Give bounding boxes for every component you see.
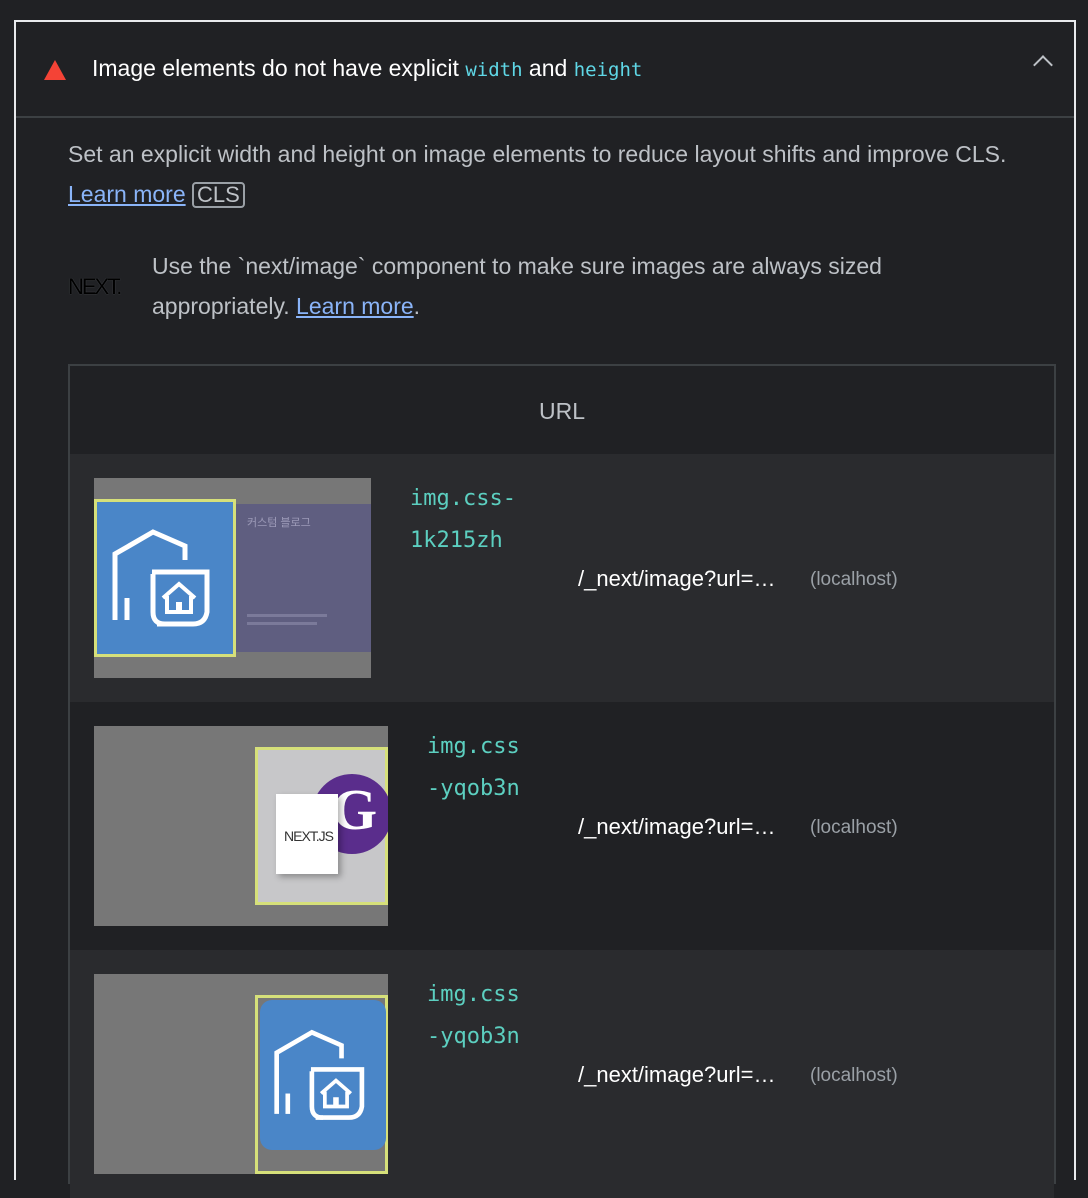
stack-pack-learn-more-link[interactable]: Learn more (296, 293, 414, 319)
node-selector-line2: -yqob3n (427, 776, 520, 801)
nextjs-card-logo: NEXT.JS (284, 828, 334, 844)
highlight-box (255, 995, 388, 1174)
house-logo-icon (112, 529, 210, 627)
url-text[interactable]: /_next/image?url=… (578, 566, 776, 592)
screenshot-card-line (247, 622, 317, 625)
details-table: URL 커스텀 블로그 img.css- 1k215zh /_next/imag… (68, 364, 1056, 1198)
screenshot-card-title: 커스텀 블로그 (247, 517, 311, 529)
audit-title-and: and (522, 55, 574, 81)
g-letter-icon: G (332, 777, 378, 842)
url-text[interactable]: /_next/image?url=… (578, 1062, 776, 1088)
node-selector-line2: 1k215zh (410, 528, 503, 553)
audit-header[interactable]: Image elements do not have explicit widt… (16, 22, 1074, 118)
table-row: G NEXT.JS img.css -yqob3n /_next/image?u… (70, 702, 1054, 950)
table-header: URL (70, 366, 1054, 454)
node-selector-line1: img.css- (410, 486, 516, 511)
code-width: width (465, 59, 523, 81)
url-host: (localhost) (810, 817, 898, 838)
chevron-up-icon[interactable] (1033, 55, 1053, 75)
logo-background (260, 1000, 386, 1150)
element-screenshot (94, 974, 388, 1174)
stack-pack-period: . (413, 293, 421, 319)
node-selector-line2: -yqob3n (427, 1024, 520, 1049)
logo-background (97, 502, 233, 654)
nextjs-logo-icon: NEXT. (68, 274, 122, 299)
node-selector[interactable]: img.css -yqob3n (427, 726, 520, 810)
code-height: height (573, 59, 643, 81)
node-selector[interactable]: img.css -yqob3n (427, 974, 520, 1058)
screenshot-card-line (247, 614, 327, 617)
url-text[interactable]: /_next/image?url=… (578, 814, 776, 840)
element-screenshot: 커스텀 블로그 (94, 478, 371, 678)
table-row: 커스텀 블로그 img.css- 1k215zh /_next/image?ur… (70, 454, 1054, 702)
highlight-box: G NEXT.JS (255, 747, 388, 905)
node-selector-line1: img.css (427, 982, 520, 1007)
audit-title: Image elements do not have explicit widt… (92, 55, 642, 82)
metric-tag: CLS (192, 182, 245, 208)
audit-panel: Image elements do not have explicit widt… (14, 20, 1076, 1198)
warning-triangle-icon (44, 60, 66, 80)
node-selector-line1: img.css (427, 734, 520, 759)
column-header-url: URL (538, 398, 585, 424)
table-row: img.css -yqob3n /_next/image?url=… (loca… (70, 950, 1054, 1198)
node-selector[interactable]: img.css- 1k215zh (410, 478, 516, 562)
audit-title-text: Image elements do not have explicit (92, 55, 466, 81)
house-logo-icon (274, 1029, 365, 1120)
audit-description: Set an explicit width and height on imag… (68, 134, 1028, 214)
url-host: (localhost) (810, 569, 898, 590)
highlight-box (94, 499, 236, 657)
element-screenshot: G NEXT.JS (94, 726, 388, 926)
learn-more-link[interactable]: Learn more (68, 181, 186, 207)
description-text: Set an explicit width and height on imag… (68, 141, 1007, 167)
stack-pack-advice: Use the `next/image` component to make s… (152, 246, 1012, 326)
stack-pack-text: Use the `next/image` component to make s… (152, 253, 882, 319)
url-host: (localhost) (810, 1065, 898, 1086)
